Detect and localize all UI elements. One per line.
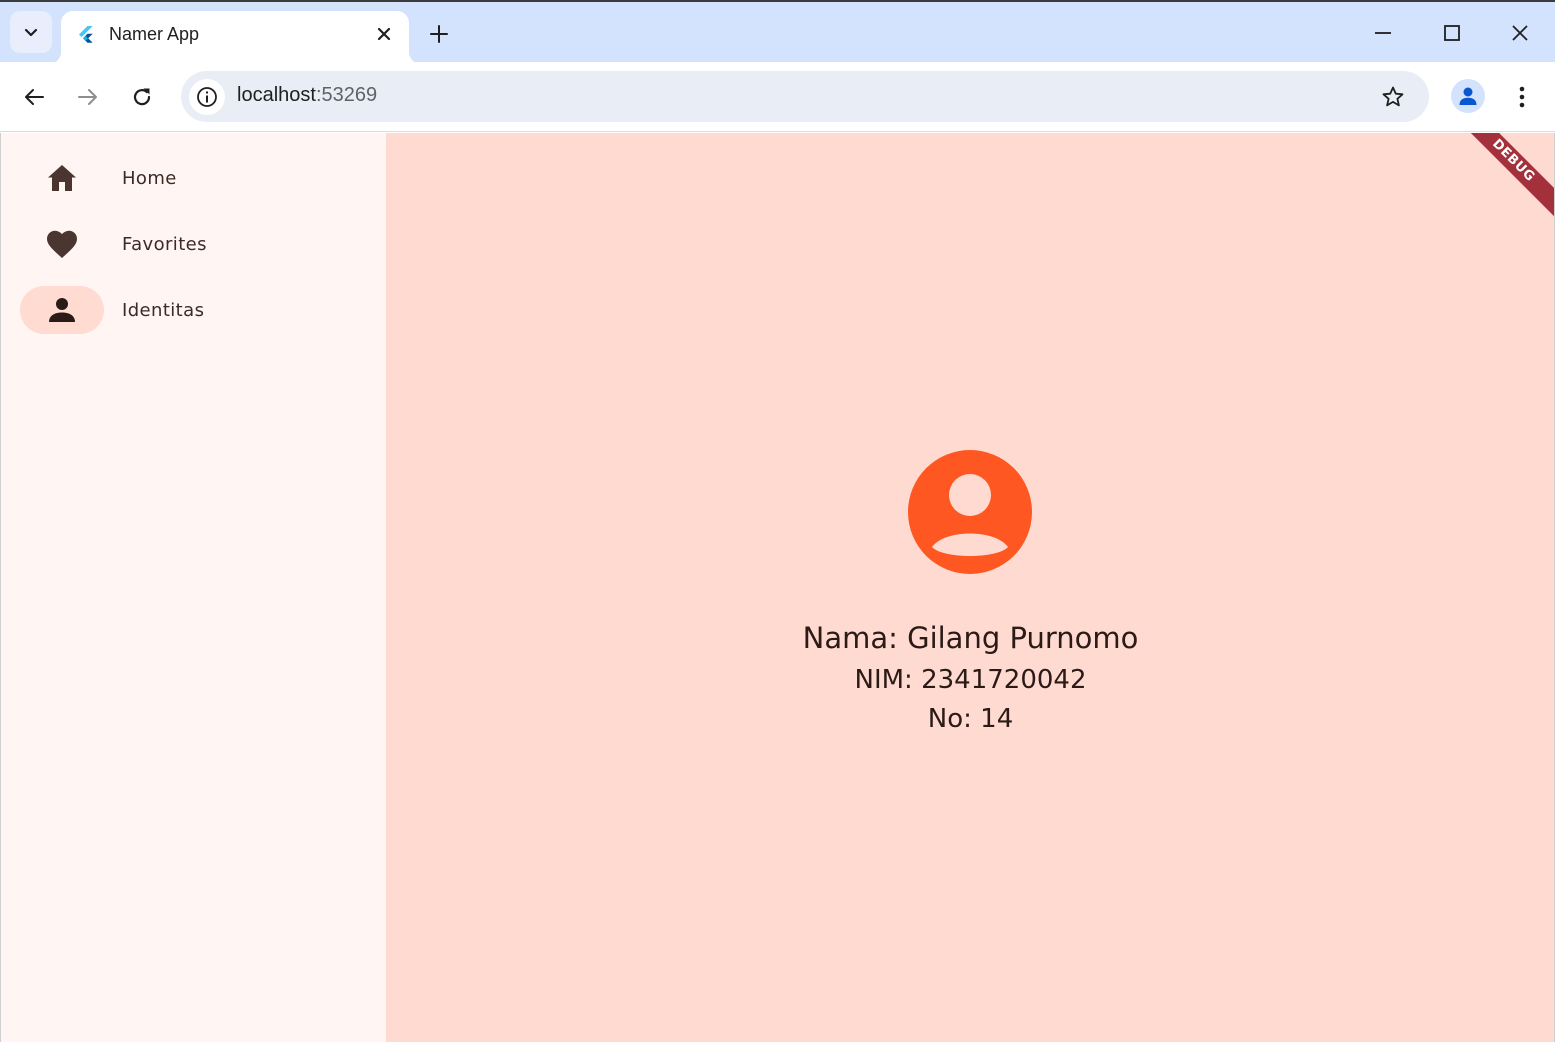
maximize-window-button[interactable] xyxy=(1437,18,1467,48)
more-vert-icon xyxy=(1519,86,1525,108)
tab-search-button[interactable] xyxy=(10,11,52,53)
home-icon xyxy=(48,165,76,191)
url-text[interactable]: localhost:53269 xyxy=(237,84,377,107)
identity-number: No: 14 xyxy=(927,704,1014,734)
address-bar[interactable]: localhost:53269 xyxy=(181,71,1429,122)
chevron-down-icon xyxy=(24,28,38,37)
identitas-page: DEBUG Nama: Gilang Purnomo NIM: 23417200… xyxy=(386,133,1555,1042)
navigation-rail: Home Favorites Identitas xyxy=(0,133,386,1042)
browser-menu-button[interactable] xyxy=(1508,82,1536,112)
flutter-icon xyxy=(79,26,93,43)
nav-item-label: Favorites xyxy=(122,234,207,255)
nav-item-label: Identitas xyxy=(122,300,205,321)
nav-indicator xyxy=(20,154,104,202)
new-tab-button[interactable] xyxy=(426,21,452,47)
close-icon xyxy=(1512,25,1528,41)
identity-name: Nama: Gilang Purnomo xyxy=(802,621,1139,655)
reload-button[interactable] xyxy=(127,82,157,112)
plus-icon xyxy=(430,25,448,43)
nav-item-identitas[interactable]: Identitas xyxy=(20,286,350,334)
browser-tab-active[interactable]: Namer App xyxy=(61,11,409,64)
minimize-window-button[interactable] xyxy=(1368,18,1398,48)
nav-indicator-selected xyxy=(20,286,104,334)
person-icon xyxy=(49,298,75,322)
close-icon xyxy=(377,27,391,41)
identity-nim: NIM: 2341720042 xyxy=(854,665,1087,695)
browser-tab-strip: Namer App xyxy=(0,0,1555,64)
arrow-right-icon xyxy=(78,89,97,105)
url-host: localhost xyxy=(237,84,316,106)
nav-item-home[interactable]: Home xyxy=(20,154,350,202)
tab-title: Namer App xyxy=(109,24,200,44)
profile-button[interactable] xyxy=(1451,79,1485,113)
star-icon xyxy=(1382,86,1404,107)
bookmark-button[interactable] xyxy=(1379,83,1407,111)
maximize-icon xyxy=(1444,25,1460,41)
nav-item-label: Home xyxy=(122,168,177,189)
close-window-button[interactable] xyxy=(1505,18,1535,48)
flutter-app: Home Favorites Identitas DEBUG Nama: Gil… xyxy=(0,133,1555,1042)
heart-icon xyxy=(47,230,77,258)
debug-banner: DEBUG xyxy=(1452,133,1554,222)
site-info-button[interactable] xyxy=(189,79,225,115)
url-port: :53269 xyxy=(315,84,378,106)
reload-icon xyxy=(133,88,151,106)
account-circle-icon xyxy=(908,450,1032,574)
person-icon xyxy=(1459,87,1477,105)
info-icon xyxy=(197,87,217,107)
forward-button[interactable] xyxy=(73,82,103,112)
minimize-icon xyxy=(1375,32,1391,34)
close-tab-button[interactable] xyxy=(373,23,395,45)
nav-indicator xyxy=(20,220,104,268)
arrow-left-icon xyxy=(25,89,44,105)
browser-toolbar: localhost:53269 xyxy=(0,62,1555,132)
back-button[interactable] xyxy=(19,82,49,112)
nav-item-favorites[interactable]: Favorites xyxy=(20,220,350,268)
